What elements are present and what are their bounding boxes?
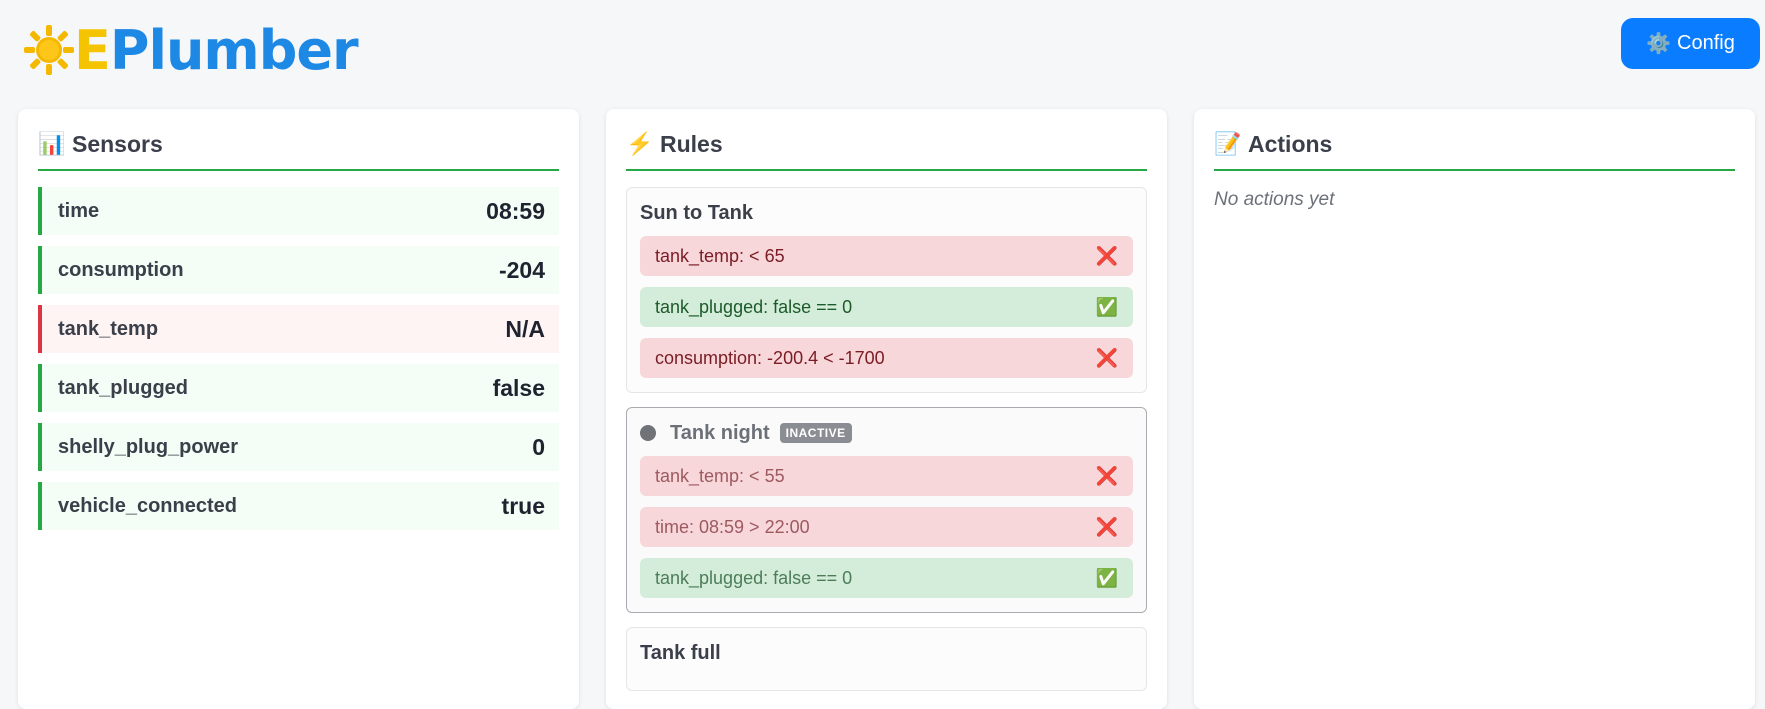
check-icon: ✅ — [1095, 567, 1119, 588]
condition-text: tank_temp: < 65 — [655, 245, 785, 266]
sensor-row: time 08:59 — [38, 187, 559, 235]
rule-condition: tank_plugged: false == 0 ✅ — [640, 558, 1133, 598]
sensor-name: vehicle_connected — [58, 494, 237, 517]
sensor-row: shelly_plug_power 0 — [38, 423, 559, 471]
sun-icon — [24, 25, 74, 75]
cross-icon: ❌ — [1095, 465, 1119, 486]
sensor-name: tank_plugged — [58, 376, 189, 399]
check-icon: ✅ — [1095, 296, 1119, 317]
rule-title: Tank full — [640, 641, 721, 664]
sensors-title: Sensors — [72, 130, 163, 157]
memo-icon: 📝 — [1214, 131, 1242, 156]
sensor-list: time 08:59 consumption -204 tank_temp N/… — [38, 187, 559, 530]
condition-text: consumption: -200.4 < -1700 — [655, 347, 885, 368]
sensor-name: time — [58, 199, 100, 222]
logo-text: Plumber — [109, 18, 359, 82]
rule-title: Sun to Tank — [640, 201, 753, 224]
status-badge: INACTIVE — [779, 423, 852, 443]
cross-icon: ❌ — [1095, 347, 1119, 368]
app-logo: E Plumber — [22, 18, 359, 82]
rule-card[interactable]: Tank full — [626, 627, 1147, 691]
lightning-icon: ⚡ — [626, 131, 654, 156]
sensor-row: consumption -204 — [38, 246, 559, 294]
sensor-value: -204 — [498, 256, 545, 283]
sensor-value: N/A — [505, 315, 545, 342]
sensor-name: shelly_plug_power — [58, 435, 239, 458]
sensor-row: tank_plugged false — [38, 364, 559, 412]
config-button[interactable]: ⚙️ Config — [1621, 18, 1760, 69]
rules-panel: ⚡ Rules Sun to Tank tank_temp: < 65 ❌ ta… — [606, 109, 1167, 709]
config-button-label: Config — [1677, 32, 1735, 54]
rules-header: ⚡ Rules — [626, 127, 1147, 171]
rules-title: Rules — [660, 130, 723, 157]
condition-text: tank_plugged: false == 0 — [655, 296, 853, 317]
sensor-value: 08:59 — [486, 197, 545, 224]
actions-header: 📝 Actions — [1214, 127, 1735, 171]
condition-text: tank_temp: < 55 — [655, 465, 785, 486]
sensor-name: tank_temp — [58, 317, 159, 340]
rules-list: Sun to Tank tank_temp: < 65 ❌ tank_plugg… — [626, 187, 1147, 691]
condition-text: time: 08:59 > 22:00 — [655, 516, 810, 537]
condition-text: tank_plugged: false == 0 — [655, 567, 853, 588]
rule-condition: tank_plugged: false == 0 ✅ — [640, 287, 1133, 327]
sensor-row: vehicle_connected true — [38, 482, 559, 530]
rule-card[interactable]: Sun to Tank tank_temp: < 65 ❌ tank_plugg… — [626, 187, 1147, 393]
rule-title-row: Tank full — [640, 640, 1133, 666]
actions-panel: 📝 Actions No actions yet — [1194, 109, 1755, 709]
status-dot-icon — [640, 425, 656, 441]
rule-condition: tank_temp: < 55 ❌ — [640, 456, 1133, 496]
rule-card[interactable]: Tank night INACTIVE tank_temp: < 55 ❌ ti… — [626, 407, 1147, 613]
cross-icon: ❌ — [1095, 245, 1119, 266]
cross-icon: ❌ — [1095, 516, 1119, 537]
sensors-panel: 📊 Sensors time 08:59 consumption -204 ta… — [18, 109, 579, 709]
sensor-value: 0 — [532, 433, 545, 460]
sensor-name: consumption — [58, 258, 184, 281]
rule-title: Tank night — [670, 421, 770, 444]
rule-condition: tank_temp: < 65 ❌ — [640, 236, 1133, 276]
empty-actions-text: No actions yet — [1214, 189, 1335, 210]
chart-icon: 📊 — [38, 131, 66, 156]
gear-icon: ⚙️ — [1646, 33, 1672, 55]
logo-letter-e: E — [74, 18, 111, 82]
rule-title-row: Tank night INACTIVE — [640, 420, 1133, 446]
rule-condition: time: 08:59 > 22:00 ❌ — [640, 507, 1133, 547]
actions-title: Actions — [1248, 130, 1333, 157]
rule-title-row: Sun to Tank — [640, 200, 1133, 226]
sensor-value: false — [492, 374, 545, 401]
sensor-row: tank_temp N/A — [38, 305, 559, 353]
rule-condition: consumption: -200.4 < -1700 ❌ — [640, 338, 1133, 378]
sensor-value: true — [501, 492, 545, 519]
sensors-header: 📊 Sensors — [38, 127, 559, 171]
